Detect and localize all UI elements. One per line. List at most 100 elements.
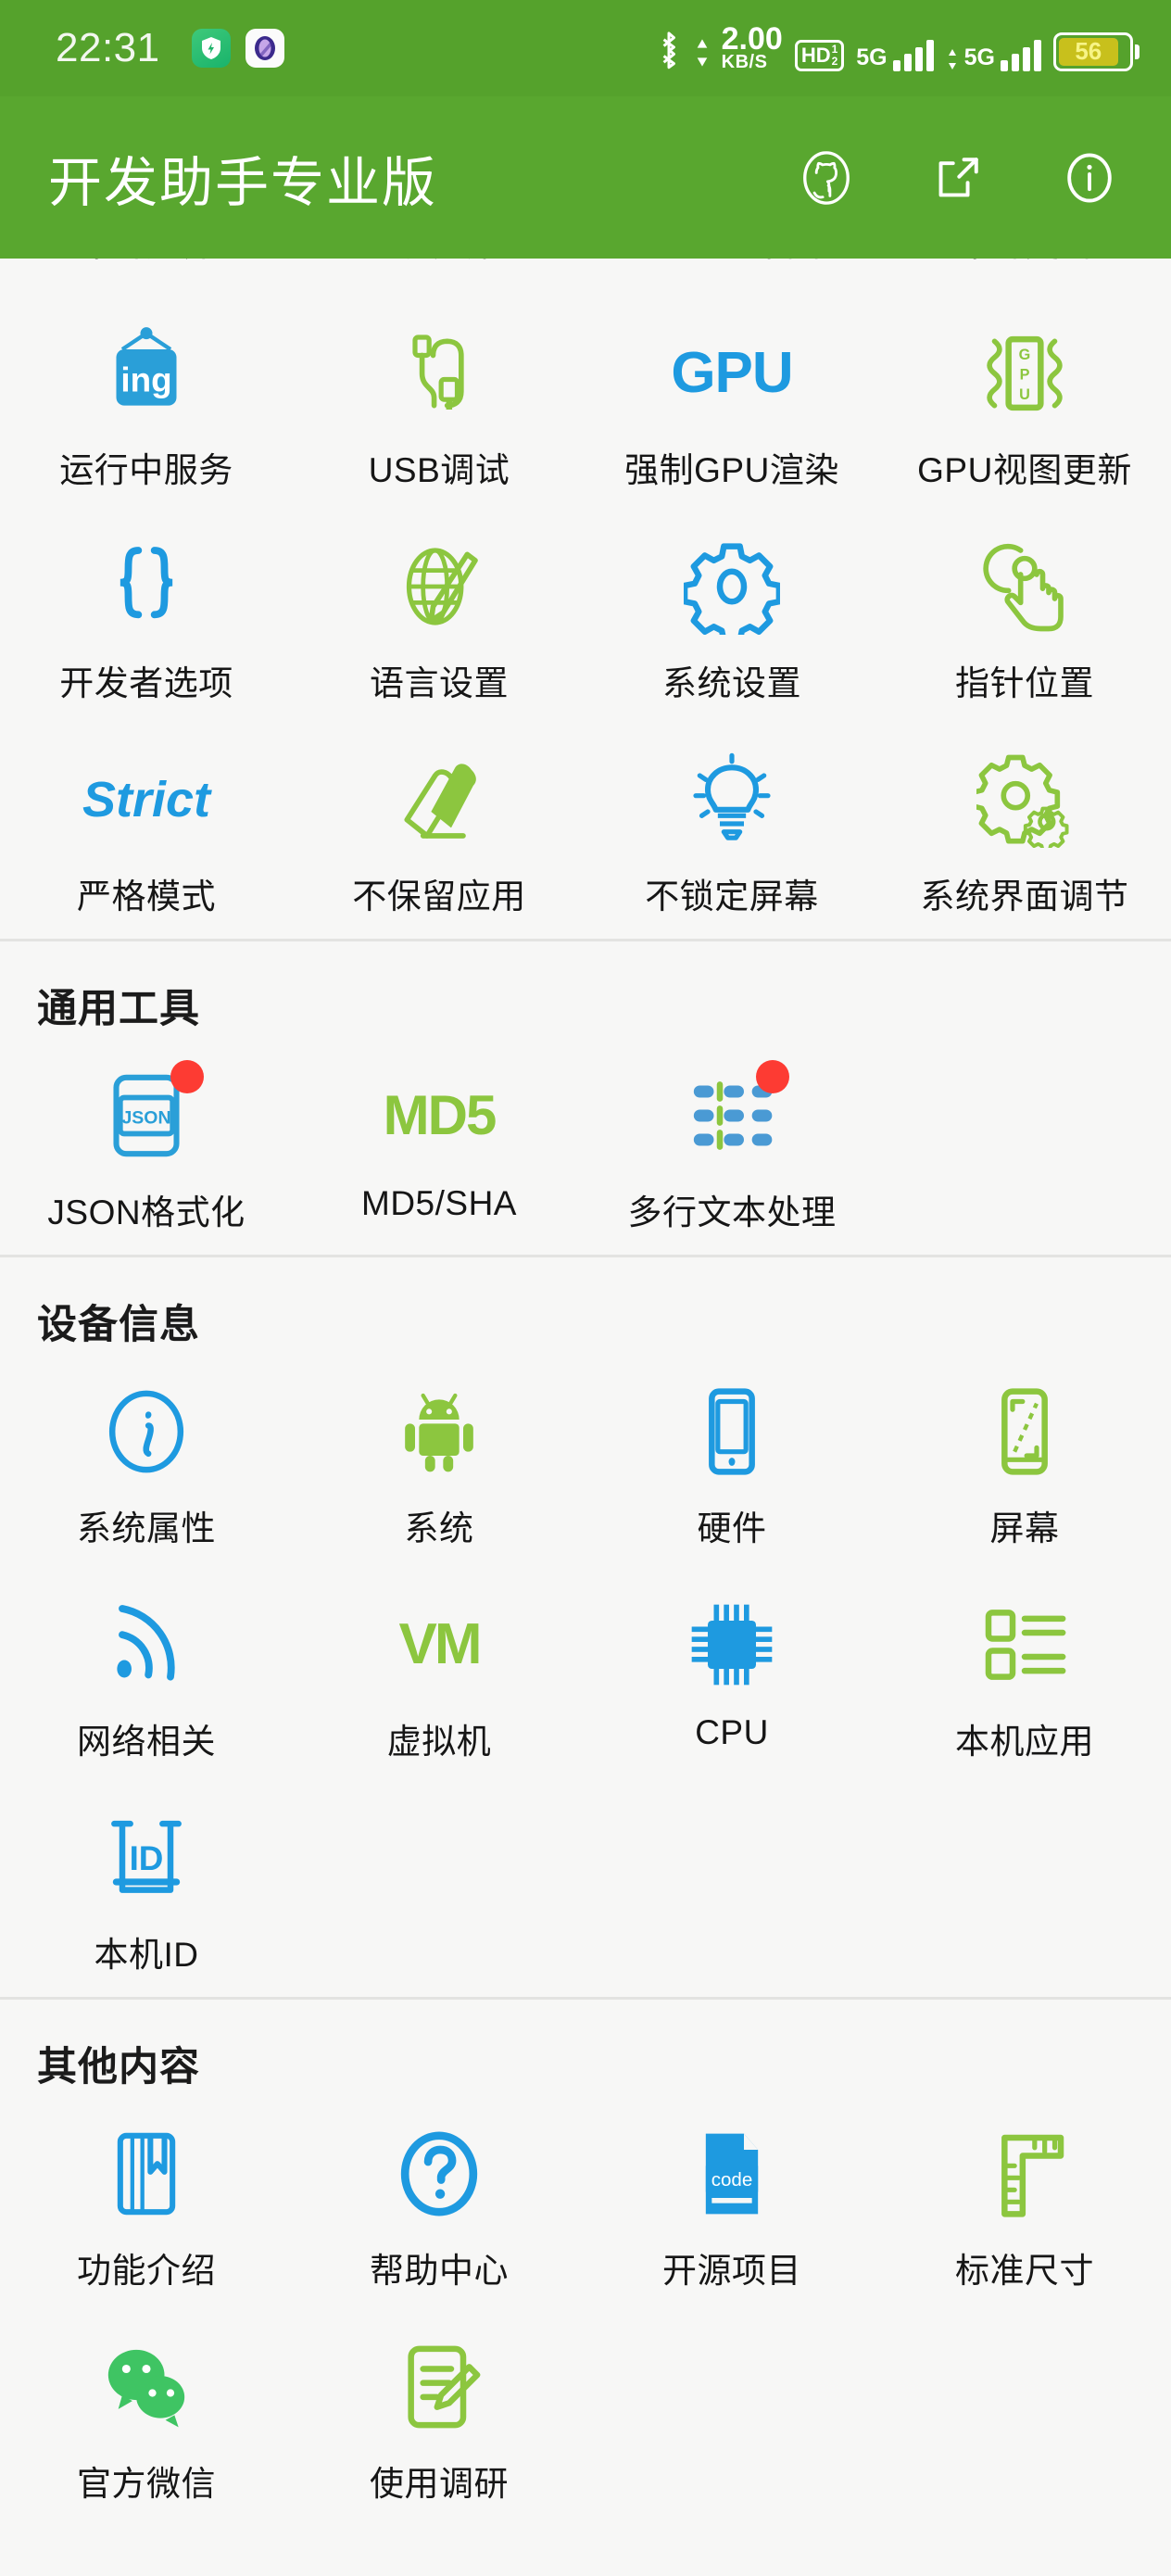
svg-text:JSON: JSON xyxy=(121,1108,170,1129)
grid-item-label: 强制GPU渲染 xyxy=(624,451,839,489)
grid-item-dual-gears[interactable]: 系统界面调节 xyxy=(878,726,1171,939)
grid-item-label: USB调试 xyxy=(368,451,510,489)
grid-item-id-card[interactable]: ID 本机ID xyxy=(0,1784,293,1997)
share-icon[interactable] xyxy=(928,148,988,208)
sim1-signal-bars xyxy=(892,39,934,71)
sim2-data-arrows-icon xyxy=(948,48,956,69)
phone-icon xyxy=(684,1380,780,1484)
status-bar: 22:31 2.00 KB/S HD 1 2 5G 5G 56 xyxy=(0,0,1171,96)
hd-sub: 2 xyxy=(831,54,838,68)
grid-item-phone[interactable]: 硬件 xyxy=(586,1357,878,1571)
cpu-chip-icon xyxy=(684,1593,780,1697)
grid-item-strict-text[interactable]: Strict 严格模式 xyxy=(0,726,293,939)
grid-item-question-circle[interactable]: 帮助中心 xyxy=(293,2100,586,2313)
grid-item-eraser[interactable]: 不保留应用 xyxy=(293,726,586,939)
grid-item-wifi-signal[interactable]: 网络相关 xyxy=(0,1571,293,1784)
grid-item-label: 功能介绍 xyxy=(77,2252,216,2290)
sim2-signal: 5G xyxy=(946,39,1041,71)
section-1: 通用工具 JSON JSON格式化 MD5 MD5/SHA 多行文本处理 xyxy=(0,941,1171,1255)
survey-edit-icon xyxy=(391,2335,487,2439)
sim1-network-label: 5G xyxy=(856,44,888,70)
section-title: 通用工具 xyxy=(37,987,200,1031)
grid-item-label: MD5/SHA xyxy=(361,1184,517,1222)
grid-item-md5-text[interactable]: MD5 MD5/SHA xyxy=(293,1042,586,1255)
ruler-icon xyxy=(976,2122,1073,2226)
grid-item-label: 指针位置 xyxy=(955,664,1094,702)
grid-item-label: 网络相关 xyxy=(77,1723,216,1761)
grid-item-multiline-text[interactable]: 多行文本处理 xyxy=(586,1042,878,1255)
grid-item-label: 系统设置 xyxy=(662,664,801,702)
app-list-icon xyxy=(976,1593,1073,1697)
tool-grid: JSON JSON格式化 MD5 MD5/SHA 多行文本处理 xyxy=(0,1042,1171,1255)
gpu-text-icon: GPU xyxy=(671,341,793,405)
network-speed-unit: KB/S xyxy=(721,52,768,73)
grid-item-label: 不保留应用 xyxy=(352,878,526,915)
grid-item-label: 标准尺寸 xyxy=(955,2252,1094,2290)
grid-item-wechat[interactable]: 官方微信 xyxy=(0,2313,293,2526)
sim2-signal-bars xyxy=(1001,39,1041,71)
app-bar-actions xyxy=(797,148,1128,208)
grid-item-globe-pencil[interactable]: 语言设置 xyxy=(293,512,586,726)
grid-item-label: 严格模式 xyxy=(77,878,216,915)
json-file-icon: JSON xyxy=(98,1060,204,1168)
usb-cable-icon xyxy=(391,322,487,425)
hd-label: HD xyxy=(800,43,831,67)
grid-item-label: 本机应用 xyxy=(955,1723,1094,1761)
network-speed-value: 2.00 xyxy=(721,21,783,57)
hd-voice-icon: HD 1 2 xyxy=(794,39,845,71)
screen-size-icon xyxy=(976,1380,1073,1484)
ing-sign-icon: ing xyxy=(98,322,195,425)
grid-item-label: 硬件 xyxy=(697,1509,767,1547)
grid-item-app-list[interactable]: 本机应用 xyxy=(878,1571,1171,1784)
gear-icon xyxy=(684,535,780,638)
gpu-chip-icon: G P U xyxy=(976,322,1073,425)
grid-item-gpu-text[interactable]: GPU 强制GPU渲染 xyxy=(586,299,878,512)
purple-app-icon xyxy=(245,29,284,68)
grid-item-code-file[interactable]: code 开源项目 xyxy=(586,2100,878,2313)
network-speed: 2.00 KB/S xyxy=(721,21,783,73)
sim2-network-label: 5G xyxy=(963,44,995,70)
github-icon[interactable] xyxy=(797,148,856,208)
wechat-icon xyxy=(98,2335,195,2439)
clipped-label-0: 布局边界 xyxy=(0,259,293,266)
svg-text:U: U xyxy=(1019,386,1030,403)
grid-item-tap-hand[interactable]: 指针位置 xyxy=(878,512,1171,726)
grid-item-gear[interactable]: 系统设置 xyxy=(586,512,878,726)
grid-item-screen-size[interactable]: 屏幕 xyxy=(878,1357,1171,1571)
grid-item-ing-sign[interactable]: ing 运行中服务 xyxy=(0,299,293,512)
grid-item-android-robot[interactable]: 系统 xyxy=(293,1357,586,1571)
grid-item-braces[interactable]: 开发者选项 xyxy=(0,512,293,726)
updown-arrows-icon xyxy=(697,39,707,67)
info-circle-icon xyxy=(98,1380,195,1484)
dual-gears-icon xyxy=(976,748,1073,852)
grid-item-label: 多行文本处理 xyxy=(627,1193,837,1231)
eraser-icon xyxy=(391,748,487,852)
grid-item-label: JSON格式化 xyxy=(47,1193,246,1231)
grid-item-ruler[interactable]: 标准尺寸 xyxy=(878,2100,1171,2313)
grid-item-label: 官方微信 xyxy=(77,2465,216,2503)
section-title: 设备信息 xyxy=(37,1303,200,1347)
new-badge xyxy=(170,1060,204,1093)
grid-item-cpu-chip[interactable]: CPU xyxy=(586,1571,878,1784)
grid-item-label: 使用调研 xyxy=(370,2465,509,2503)
grid-item-book-bookmark[interactable]: 功能介绍 xyxy=(0,2100,293,2313)
grid-item-info-circle[interactable]: 系统属性 xyxy=(0,1357,293,1571)
strict-text-icon: Strict xyxy=(82,772,211,827)
grid-item-gpu-chip[interactable]: G P U GPU视图更新 xyxy=(878,299,1171,512)
info-icon[interactable] xyxy=(1060,148,1119,208)
new-badge xyxy=(756,1060,789,1093)
grid-item-vm-text[interactable]: VM 虚拟机 xyxy=(293,1571,586,1784)
globe-pencil-icon xyxy=(391,535,487,638)
bluetooth-icon xyxy=(662,32,675,69)
android-robot-icon xyxy=(391,1380,487,1484)
code-file-icon: code xyxy=(684,2122,780,2226)
clipped-label-1: 过度绘制 xyxy=(293,259,586,266)
grid-item-usb-cable[interactable]: USB调试 xyxy=(293,299,586,512)
tool-grid: 系统属性 系统 硬件 屏幕 网络相关 VM 虚拟机 CPU 本机应用 ID 本机… xyxy=(0,1357,1171,1997)
scroll-content[interactable]: 布局边界 过度绘制 GPU渲染图 布局更新 ing 运行中服务 xyxy=(0,259,1171,2526)
question-circle-icon xyxy=(391,2122,487,2226)
grid-item-json-file[interactable]: JSON JSON格式化 xyxy=(0,1042,293,1255)
grid-item-lightbulb[interactable]: 不锁定屏幕 xyxy=(586,726,878,939)
grid-item-survey-edit[interactable]: 使用调研 xyxy=(293,2313,586,2526)
grid-item-label: GPU视图更新 xyxy=(917,451,1132,489)
